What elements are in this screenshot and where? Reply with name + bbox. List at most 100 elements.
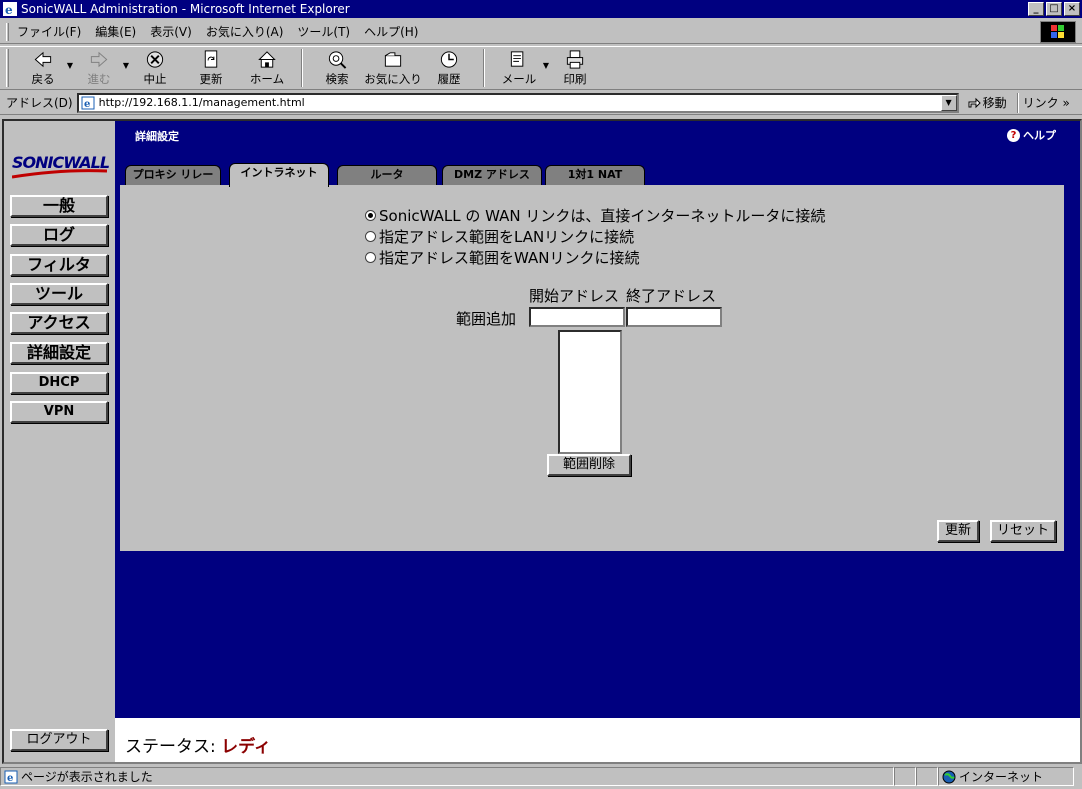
links-button[interactable]: リンク » [1023,94,1070,111]
menu-tools[interactable]: ツール(T) [297,23,350,40]
toolbar-separator [301,49,303,87]
tab-dmz-address[interactable]: DMZ アドレス [442,165,542,185]
nav-general[interactable]: 一般 [10,195,108,217]
option-wan-direct[interactable]: SonicWALL の WAN リンクは、直接インターネットルータに接続 [365,205,825,226]
go-button[interactable]: 移動 [967,94,1007,111]
reset-button[interactable]: リセット [990,520,1056,542]
mail-button[interactable]: メール ▼ [491,47,549,87]
nav-vpn[interactable]: VPN [10,401,108,423]
logout-button[interactable]: ログアウト [10,729,108,751]
tab-proxy-relay[interactable]: プロキシ リレー [125,165,221,185]
radio-wan-direct[interactable] [365,210,376,221]
close-button[interactable]: × [1064,2,1080,16]
radio-range-lan[interactable] [365,231,376,242]
mail-icon [510,51,524,67]
address-url: http://192.168.1.1/management.html [98,96,305,109]
intranet-panel: SonicWALL の WAN リンクは、直接インターネットルータに接続 指定ア… [120,185,1064,551]
history-button[interactable]: 履歴 [421,47,477,87]
ie-logo-icon: e [3,2,17,16]
main-content: 詳細設定 ? ヘルプ プロキシ リレー イントラネット ルータ DMZ アドレス… [115,121,1080,718]
nav-filter[interactable]: フィルタ [10,254,108,276]
history-icon [440,51,458,68]
toolbar-separator [483,49,485,87]
page-done-icon: e [4,770,18,784]
resize-grip[interactable] [1074,767,1082,786]
menu-view[interactable]: 表示(V) [150,23,192,40]
end-address-input[interactable] [626,307,722,327]
forward-button[interactable]: 進む ▼ [71,47,129,87]
home-button[interactable]: ホーム [239,47,295,87]
search-icon [328,51,347,69]
option-range-lan[interactable]: 指定アドレス範囲をLANリンクに接続 [365,226,634,247]
toolbar-grip[interactable] [6,22,9,41]
menu-bar: ファイル(F) 編集(E) 表示(V) お気に入り(A) ツール(T) ヘルプ(… [0,20,1082,44]
back-button[interactable]: 戻る ▼ [15,47,73,87]
nav-dhcp[interactable]: DHCP [10,372,108,394]
search-button[interactable]: 検索 [309,47,365,87]
status-message-pane: e ページが表示されました [0,767,894,786]
menu-file[interactable]: ファイル(F) [17,23,81,40]
refresh-icon [204,50,218,68]
home-icon [258,51,276,68]
start-address-input[interactable] [529,307,625,327]
standard-toolbar: 戻る ▼ 進む ▼ 中止 更新 ホーム 検索 お気に入り 履歴 メール ▼ 印刷 [0,46,1082,90]
window-titlebar: e SonicWALL Administration - Microsoft I… [0,0,1082,18]
nav-tools[interactable]: ツール [10,283,108,305]
status-area: ステータス: レディ [115,718,1080,762]
menu-edit[interactable]: 編集(E) [95,23,136,40]
nav-advanced[interactable]: 詳細設定 [10,342,108,364]
update-button[interactable]: 更新 [937,520,979,542]
tab-router[interactable]: ルータ [337,165,437,185]
status-line: ステータス: レディ [125,732,271,757]
address-range-list[interactable] [558,330,622,454]
links-separator [1016,92,1019,113]
svg-text:e: e [7,773,13,784]
page-title: 詳細設定 [135,130,179,143]
address-label: アドレス(D) [6,96,73,110]
go-arrow-icon [968,97,981,108]
stop-icon [146,51,164,68]
logo-swoosh-icon [12,169,107,179]
page-icon: e [81,96,95,110]
menu-favorites[interactable]: お気に入り(A) [206,23,284,40]
menu-help[interactable]: ヘルプ(H) [364,23,418,40]
delete-range-button[interactable]: 範囲削除 [547,454,631,476]
add-range-label: 範囲追加 [456,310,517,328]
option-range-wan[interactable]: 指定アドレス範囲をWANリンクに接続 [365,247,640,268]
browser-status-bar: e ページが表示されました インターネット [0,766,1082,787]
favorites-button[interactable]: お気に入り [364,47,422,87]
help-icon: ? [1007,128,1020,142]
page-viewport: SONICWALL 一般 ログ フィルタ ツール アクセス 詳細設定 DHCP … [2,119,1082,764]
address-input[interactable]: e http://192.168.1.1/management.html ▼ [76,92,959,113]
radio-range-wan[interactable] [365,252,376,263]
minimize-button[interactable]: _ [1028,2,1044,16]
print-icon [566,50,584,69]
help-link[interactable]: ? ヘルプ [1007,127,1056,143]
status-label: ステータス: [125,737,222,757]
forward-arrow-icon [90,51,108,68]
sonicwall-logo: SONICWALL [12,153,110,179]
windows-logo-icon [1040,21,1076,43]
internet-globe-icon [942,770,956,783]
security-zone-pane: インターネット [938,767,1074,786]
stop-button[interactable]: 中止 [127,47,183,87]
svg-text:e: e [84,99,90,110]
maximize-button[interactable]: □ [1046,2,1062,16]
end-address-header: 終了アドレス [626,287,717,305]
status-pane-empty [894,767,916,786]
refresh-button[interactable]: 更新 [183,47,239,87]
toolbar-grip[interactable] [6,49,9,87]
tab-one-to-one-nat[interactable]: 1対1 NAT [545,165,645,185]
status-value: レディ [221,737,271,757]
left-navigation: SONICWALL 一般 ログ フィルタ ツール アクセス 詳細設定 DHCP … [4,121,115,762]
nav-access[interactable]: アクセス [10,312,108,334]
print-button[interactable]: 印刷 [547,47,603,87]
tab-intranet[interactable]: イントラネット [229,163,329,187]
nav-log[interactable]: ログ [10,224,108,246]
window-title: SonicWALL Administration - Microsoft Int… [21,2,350,16]
favorites-folder-icon [384,52,402,67]
back-arrow-icon [34,51,52,68]
address-dropdown-icon[interactable]: ▼ [940,94,957,111]
svg-text:e: e [5,3,13,16]
start-address-header: 開始アドレス [529,287,620,305]
